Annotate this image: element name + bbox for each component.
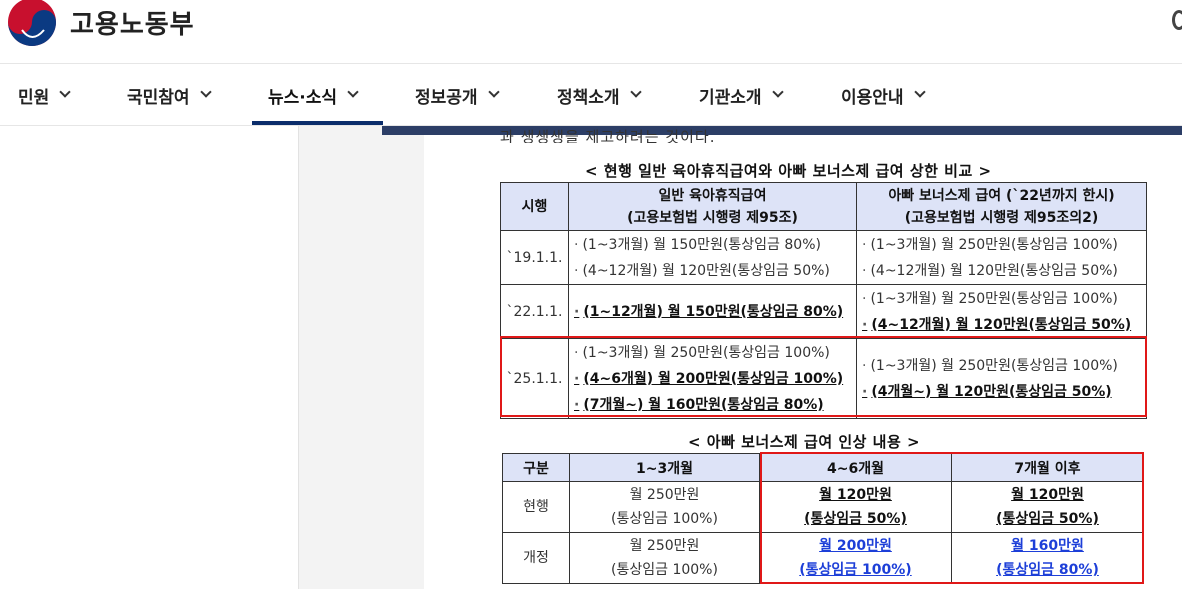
general-cell: (1~3개월) 월 250만원(통상임금 100%) (4~6개월) 월 200… bbox=[568, 338, 857, 419]
gutter bbox=[298, 126, 380, 589]
table-row: `19.1.1. (1~3개월) 월 150만원(통상임금 80%) (4~12… bbox=[500, 230, 1147, 285]
rate: (통상임금 50%) bbox=[996, 511, 1099, 527]
nav-item-info[interactable]: 정보공개 bbox=[415, 64, 500, 126]
rate: (통상임금 100%) bbox=[611, 562, 718, 578]
row-date: `22.1.1. bbox=[500, 284, 569, 339]
header-general-line1: 일반 육아휴직급여 bbox=[658, 187, 767, 204]
nav-item-policy[interactable]: 정책소개 bbox=[557, 64, 642, 126]
chevron-down-icon bbox=[913, 86, 926, 98]
header-general: 일반 육아휴직급여 (고용보험법 시행령 제95조) bbox=[568, 182, 857, 231]
site-header: 고용노동부 bbox=[0, 0, 1182, 64]
left-panel bbox=[0, 126, 298, 589]
rate: (통상임금 50%) bbox=[804, 511, 907, 527]
active-nav-indicator bbox=[252, 121, 383, 125]
cell-line: (1~3개월) 월 250만원(통상임금 100%) bbox=[574, 340, 856, 366]
value-cell: 월 160만원 (통상임금 80%) bbox=[951, 532, 1144, 584]
rate: (통상임금 100%) bbox=[611, 511, 718, 527]
header-bonus: 아빠 보너스제 급여 (`22년까지 한시) (고용보험법 시행령 제95조의2… bbox=[856, 182, 1147, 231]
value-cell: 월 120만원 (통상임금 50%) bbox=[951, 481, 1144, 533]
table2-caption: < 아빠 보너스제 급여 인상 내용 > bbox=[688, 433, 921, 451]
table-row: `25.1.1. (1~3개월) 월 250만원(통상임금 100%) (4~6… bbox=[500, 338, 1147, 419]
increase-table: 구분 1~3개월 4~6개월 7개월 이후 현행 월 250만원 (통상임금 1… bbox=[502, 453, 1144, 584]
row-label: 현행 bbox=[502, 481, 570, 533]
table-header-row: 시행 일반 육아휴직급여 (고용보험법 시행령 제95조) 아빠 보너스제 급여… bbox=[500, 182, 1147, 231]
nav-label: 뉴스·소식 bbox=[268, 87, 338, 108]
header-month-1-3: 1~3개월 bbox=[569, 453, 760, 482]
header-month-4-6: 4~6개월 bbox=[759, 453, 952, 482]
chevron-down-icon bbox=[629, 86, 642, 98]
chevron-down-icon bbox=[347, 86, 359, 98]
chevron-down-icon bbox=[59, 86, 71, 98]
chevron-down-icon bbox=[199, 86, 212, 98]
nav-item-participation[interactable]: 국민참여 bbox=[127, 64, 212, 126]
header-category: 구분 bbox=[502, 453, 570, 482]
comparison-table: 시행 일반 육아휴직급여 (고용보험법 시행령 제95조) 아빠 보너스제 급여… bbox=[500, 182, 1147, 419]
amount: 월 250만원 bbox=[629, 538, 700, 554]
cell-line: (7개월~) 월 160만원(통상임금 80%) bbox=[574, 392, 856, 418]
amount: 월 250만원 bbox=[629, 487, 700, 503]
nav-item-news[interactable]: 뉴스·소식 bbox=[268, 64, 359, 126]
amount: 월 120만원 bbox=[1011, 487, 1084, 503]
nav-label: 정보공개 bbox=[415, 87, 478, 108]
amount: 월 160만원 bbox=[1011, 538, 1084, 554]
cell-line: (1~3개월) 월 150만원(통상임금 80%) bbox=[574, 232, 856, 258]
bonus-cell: (1~3개월) 월 250만원(통상임금 100%) (4개월~) 월 120만… bbox=[856, 338, 1147, 419]
header-date: 시행 bbox=[500, 182, 569, 231]
value-cell: 월 120만원 (통상임금 50%) bbox=[759, 481, 952, 533]
cut-off-text: 과 생생생을 제고하려는 것이다. bbox=[500, 128, 716, 143]
nav-label: 기관소개 bbox=[699, 87, 762, 108]
bonus-cell: (1~3개월) 월 250만원(통상임금 100%) (4~12개월) 월 12… bbox=[856, 284, 1147, 339]
value-cell: 월 250만원 (통상임금 100%) bbox=[569, 481, 760, 533]
value-cell: 월 250만원 (통상임금 100%) bbox=[569, 532, 760, 584]
rate: (통상임금 80%) bbox=[996, 562, 1099, 578]
row-date: `25.1.1. bbox=[500, 338, 569, 419]
value-cell: 월 200만원 (통상임금 100%) bbox=[759, 532, 952, 584]
nav-item-guide[interactable]: 이용안내 bbox=[841, 64, 926, 126]
table-row: 개정 월 250만원 (통상임금 100%) 월 200만원 (통상임금 100… bbox=[502, 532, 1144, 584]
header-month-7-plus: 7개월 이후 bbox=[951, 453, 1144, 482]
bonus-cell: (1~3개월) 월 250만원(통상임금 100%) (4~12개월) 월 12… bbox=[856, 230, 1147, 285]
nav-item-civil[interactable]: 민원 bbox=[18, 64, 71, 126]
cell-line: (1~3개월) 월 250만원(통상임금 100%) bbox=[862, 353, 1146, 379]
taegeuk-logo-icon[interactable] bbox=[4, 0, 60, 48]
cell-line: (1~12개월) 월 150만원(통상임금 80%) bbox=[574, 299, 856, 325]
header-bonus-line1: 아빠 보너스제 급여 (`22년까지 한시) bbox=[888, 187, 1115, 204]
main-nav: 민원 국민참여 뉴스·소식 정보공개 정책소개 기관소개 이용안내 bbox=[0, 64, 1182, 126]
row-label: 개정 bbox=[502, 532, 570, 584]
amount: 월 120만원 bbox=[819, 487, 892, 503]
chevron-down-icon bbox=[487, 86, 500, 98]
general-cell: (1~12개월) 월 150만원(통상임금 80%) bbox=[568, 284, 857, 339]
general-cell: (1~3개월) 월 150만원(통상임금 80%) (4~12개월) 월 120… bbox=[568, 230, 857, 285]
nav-label: 정책소개 bbox=[557, 87, 620, 108]
org-name[interactable]: 고용노동부 bbox=[70, 4, 195, 41]
nav-label: 민원 bbox=[18, 87, 50, 108]
table-row: `22.1.1. (1~12개월) 월 150만원(통상임금 80%) (1~3… bbox=[500, 284, 1147, 339]
partial-icon bbox=[1172, 10, 1182, 30]
nav-item-about[interactable]: 기관소개 bbox=[699, 64, 784, 126]
header-general-line2: (고용보험법 시행령 제95조) bbox=[627, 209, 798, 226]
amount: 월 200만원 bbox=[819, 538, 892, 554]
table-row: 현행 월 250만원 (통상임금 100%) 월 120만원 (통상임금 50%… bbox=[502, 481, 1144, 533]
cell-line: (4~12개월) 월 120만원(통상임금 50%) bbox=[862, 258, 1146, 284]
cell-line: (4~12개월) 월 120만원(통상임금 50%) bbox=[862, 312, 1146, 338]
cell-line: (1~3개월) 월 250만원(통상임금 100%) bbox=[862, 232, 1146, 258]
cell-line: (4~6개월) 월 200만원(통상임금 100%) bbox=[574, 366, 856, 392]
cell-line: (1~3개월) 월 250만원(통상임금 100%) bbox=[862, 286, 1146, 312]
rate: (통상임금 100%) bbox=[799, 562, 912, 578]
header-bonus-line2: (고용보험법 시행령 제95조의2) bbox=[904, 209, 1099, 226]
nav-label: 국민참여 bbox=[127, 87, 190, 108]
cell-line: (4~12개월) 월 120만원(통상임금 50%) bbox=[574, 258, 856, 284]
row-date: `19.1.1. bbox=[500, 230, 569, 285]
nav-label: 이용안내 bbox=[841, 87, 904, 108]
cell-line: (4개월~) 월 120만원(통상임금 50%) bbox=[862, 379, 1146, 405]
table1-caption: < 현행 일반 육아휴직급여와 아빠 보너스제 급여 상한 비교 > bbox=[585, 162, 992, 180]
table-header-row: 구분 1~3개월 4~6개월 7개월 이후 bbox=[502, 453, 1144, 482]
chevron-down-icon bbox=[771, 86, 784, 98]
